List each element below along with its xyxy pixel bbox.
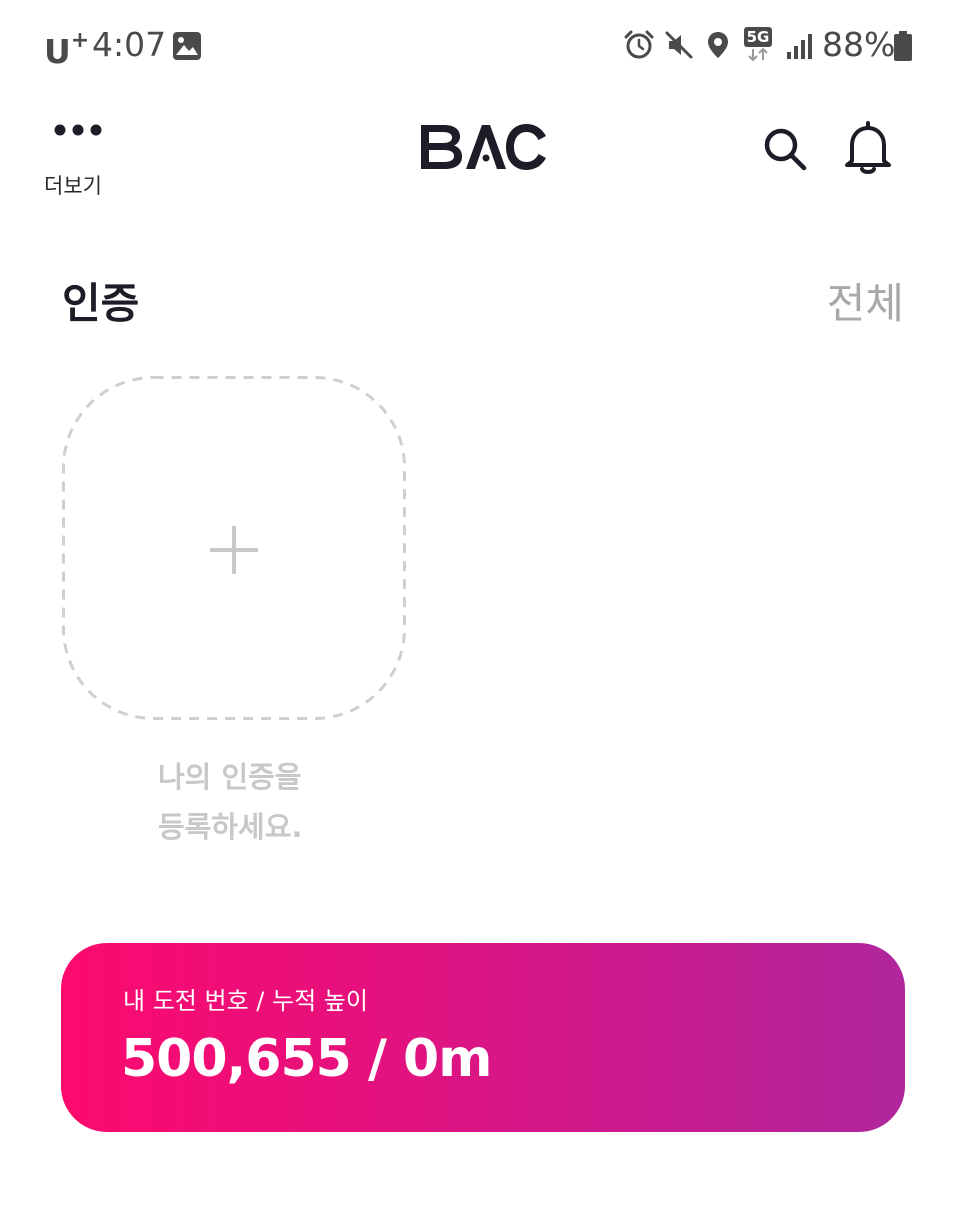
battery-percentage: 88%	[822, 25, 896, 64]
view-all-link[interactable]: 전체	[827, 276, 904, 332]
challenge-summary-card[interactable]: 내 도전 번호 / 누적 높이 500,655 / 0m	[61, 943, 905, 1132]
more-dots-icon	[54, 124, 102, 136]
bell-icon[interactable]	[842, 120, 894, 176]
mute-icon	[665, 31, 693, 59]
status-time: 4:07	[92, 25, 167, 64]
add-hint-line-2: 등록하세요.	[158, 810, 303, 844]
more-label: 더보기	[44, 174, 102, 198]
network-5g-icon: 5G	[744, 27, 776, 63]
challenge-value: 500,655 / 0m	[121, 1029, 492, 1089]
bac-logo[interactable]	[418, 122, 548, 172]
alarm-icon	[624, 30, 654, 59]
add-hint-line-1: 나의 인증을	[158, 760, 302, 794]
battery-icon	[894, 31, 912, 61]
status-bar: U+ 4:07 5G 88%	[0, 0, 966, 92]
challenge-label: 내 도전 번호 / 누적 높이	[123, 987, 368, 1015]
signal-strength-icon	[787, 34, 812, 59]
location-icon	[708, 32, 728, 58]
plus-icon	[210, 526, 258, 574]
add-certification-hint: 나의 인증을 등록하세요.	[158, 752, 358, 852]
more-button[interactable]: 더보기	[36, 110, 116, 200]
certification-title: 인증	[62, 279, 140, 328]
add-certification-card[interactable]	[62, 376, 406, 720]
gallery-notification-icon	[173, 32, 201, 60]
search-icon[interactable]	[760, 124, 810, 174]
carrier-name: U+	[44, 28, 90, 71]
